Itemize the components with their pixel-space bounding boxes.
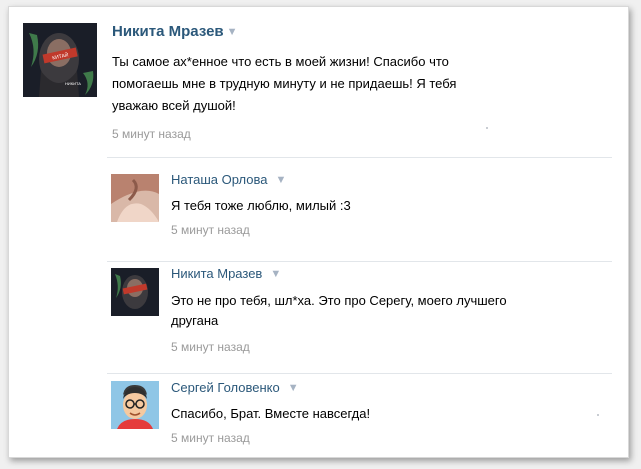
comment-thread-card: КИТАЙ НИКИТА Никита Мразев ▼ Ты самое ах*… bbox=[8, 6, 629, 458]
decorative-dot bbox=[597, 414, 599, 416]
comment-text: Это не про тебя, шл*ха. Это про Серегу, … bbox=[171, 291, 611, 331]
comment-timestamp[interactable]: 5 минут назад bbox=[171, 223, 250, 237]
avatar-caption-bottom: НИКИТА bbox=[65, 81, 81, 86]
comment-text-line: другана bbox=[171, 313, 219, 328]
post-text: Ты самое ах*енное что есть в моей жизни!… bbox=[112, 51, 582, 117]
post-author[interactable]: Никита Мразев ▼ bbox=[112, 23, 238, 40]
chevron-down-icon[interactable]: ▼ bbox=[270, 268, 281, 280]
post-text-line: Ты самое ах*енное что есть в моей жизни!… bbox=[112, 54, 449, 69]
divider bbox=[107, 157, 612, 158]
commenter-avatar[interactable] bbox=[111, 381, 159, 429]
comment-text-line: Я тебя тоже люблю, милый :3 bbox=[171, 198, 351, 213]
chevron-down-icon[interactable]: ▼ bbox=[227, 26, 238, 38]
comment-text-line: Спасибо, Брат. Вместе навсегда! bbox=[171, 406, 371, 421]
divider bbox=[107, 373, 612, 374]
comment-author-name[interactable]: Наташа Орлова bbox=[171, 172, 268, 187]
comment-author-name[interactable]: Никита Мразев bbox=[171, 266, 262, 281]
post-timestamp[interactable]: 5 минут назад bbox=[112, 127, 191, 141]
chevron-down-icon[interactable]: ▼ bbox=[276, 174, 287, 186]
post-author-name[interactable]: Никита Мразев bbox=[112, 23, 224, 40]
decorative-dot bbox=[486, 127, 488, 129]
divider bbox=[107, 261, 612, 262]
author-avatar[interactable]: КИТАЙ НИКИТА bbox=[23, 23, 97, 97]
comment-text-line: Это не про тебя, шл*ха. Это про Серегу, … bbox=[171, 293, 507, 308]
commenter-avatar[interactable] bbox=[111, 268, 159, 316]
chevron-down-icon[interactable]: ▼ bbox=[288, 382, 299, 394]
comment-author[interactable]: Сергей Головенко ▼ bbox=[171, 380, 299, 395]
comment-timestamp[interactable]: 5 минут назад bbox=[171, 340, 250, 354]
comment-author[interactable]: Никита Мразев ▼ bbox=[171, 266, 281, 281]
comment-author-name[interactable]: Сергей Головенко bbox=[171, 380, 280, 395]
post-text-line: помогаешь мне в трудную минуту и не прид… bbox=[112, 76, 457, 91]
comment-text: Я тебя тоже люблю, милый :3 bbox=[171, 196, 351, 216]
comment-timestamp[interactable]: 5 минут назад bbox=[171, 431, 250, 445]
commenter-avatar[interactable] bbox=[111, 174, 159, 222]
comment-text: Спасибо, Брат. Вместе навсегда! bbox=[171, 404, 370, 424]
comment-author[interactable]: Наташа Орлова ▼ bbox=[171, 172, 286, 187]
post-text-line: уважаю всей душой! bbox=[112, 98, 236, 113]
